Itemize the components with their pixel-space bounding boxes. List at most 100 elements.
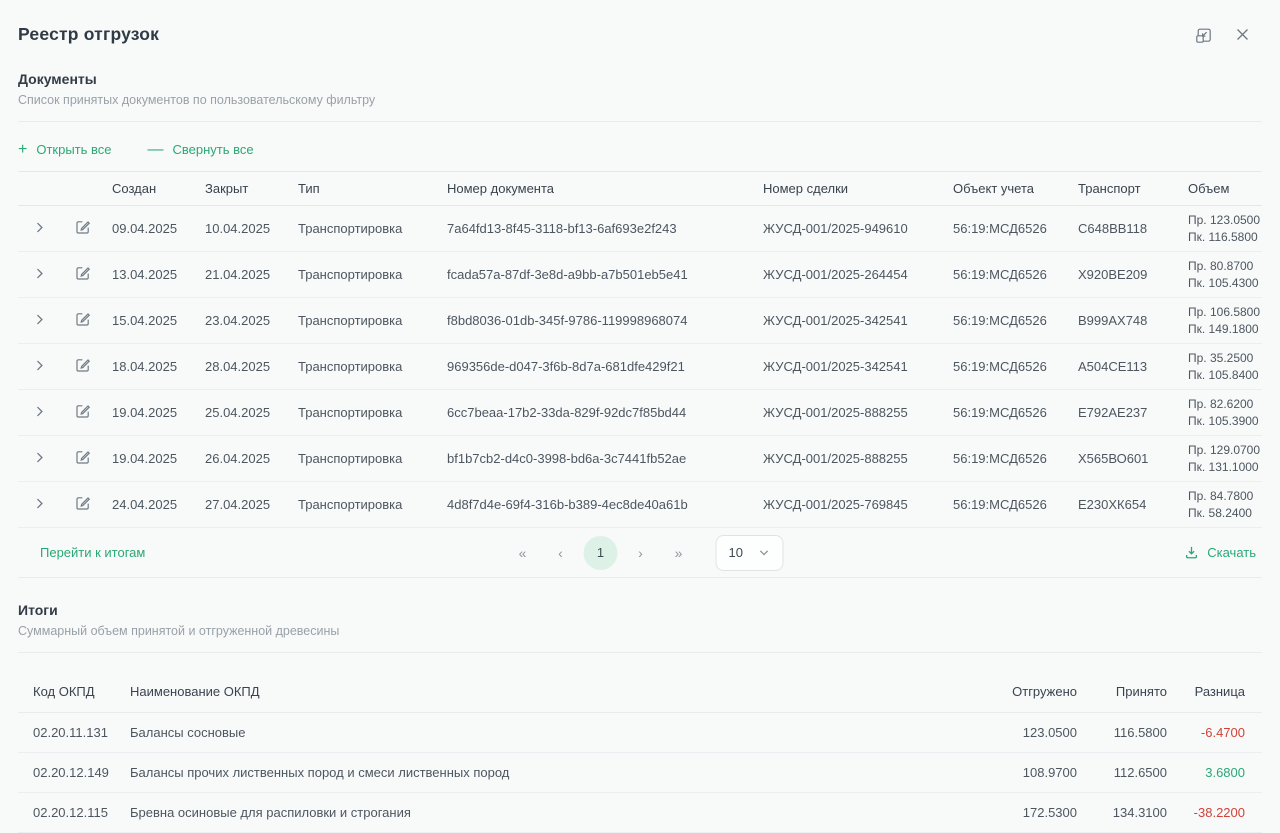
- volume-accepted: Пк. 131.1000: [1188, 459, 1260, 476]
- deal-number-cell: ЖУСД-001/2025-264454: [757, 252, 947, 298]
- edit-row-icon[interactable]: [75, 403, 91, 419]
- type-cell: Транспортировка: [292, 206, 441, 252]
- collapse-window-icon[interactable]: [1195, 26, 1213, 44]
- last-page-button[interactable]: »: [664, 545, 694, 561]
- header-shipped: Отгружено: [977, 665, 1077, 713]
- okpd-name-cell: Балансы сосновые: [130, 713, 977, 753]
- okpd-name-cell: Балансы прочих лиственных пород и смеси …: [130, 753, 977, 793]
- created-cell: 18.04.2025: [106, 344, 199, 390]
- deal-number-cell: ЖУСД-001/2025-769845: [757, 482, 947, 528]
- closed-cell: 23.04.2025: [199, 298, 292, 344]
- totals-section: Итоги Суммарный объем принятой и отгруже…: [18, 602, 1262, 833]
- volume-shipped: Пр. 35.2500: [1188, 350, 1260, 367]
- okpd-code-cell: 02.20.12.149: [18, 753, 130, 793]
- doc-number-cell: 969356de-d047-3f6b-8d7a-681dfe429f21: [441, 344, 757, 390]
- table-row[interactable]: 18.04.2025 28.04.2025 Транспортировка 96…: [18, 344, 1262, 390]
- prev-page-button[interactable]: ‹: [546, 545, 576, 561]
- closed-cell: 25.04.2025: [199, 390, 292, 436]
- type-cell: Транспортировка: [292, 482, 441, 528]
- deal-number-cell: ЖУСД-001/2025-342541: [757, 344, 947, 390]
- transport-cell: С648ВВ118: [1072, 206, 1182, 252]
- transport-cell: В999АХ748: [1072, 298, 1182, 344]
- object-cell: 56:19:МСД6526: [947, 390, 1072, 436]
- header-transport: Транспорт: [1072, 172, 1182, 206]
- totals-row: 02.20.12.149 Балансы прочих лиственных п…: [18, 753, 1262, 793]
- created-cell: 09.04.2025: [106, 206, 199, 252]
- documents-section: Документы Список принятых документов по …: [18, 71, 1262, 578]
- type-cell: Транспортировка: [292, 390, 441, 436]
- volume-cell: Пр. 80.8700 Пк. 105.4300: [1182, 252, 1262, 298]
- expand-row-icon[interactable]: [33, 405, 46, 418]
- header-closed: Закрыт: [199, 172, 292, 206]
- volume-accepted: Пк. 116.5800: [1188, 229, 1260, 246]
- edit-row-icon[interactable]: [75, 311, 91, 327]
- volume-cell: Пр. 84.7800 Пк. 58.2400: [1182, 482, 1262, 528]
- go-to-totals-link[interactable]: Перейти к итогам: [40, 545, 145, 560]
- documents-toolbar: + Открыть все — Свернуть все: [18, 142, 1262, 157]
- expand-row-icon[interactable]: [33, 221, 46, 234]
- expand-all-button[interactable]: + Открыть все: [18, 142, 112, 157]
- header-edit-col: [60, 172, 106, 206]
- edit-row-icon[interactable]: [75, 265, 91, 281]
- table-row[interactable]: 13.04.2025 21.04.2025 Транспортировка fc…: [18, 252, 1262, 298]
- okpd-code-cell: 02.20.11.131: [18, 713, 130, 753]
- closed-cell: 28.04.2025: [199, 344, 292, 390]
- close-icon[interactable]: [1235, 27, 1250, 42]
- page-size-select[interactable]: 10: [716, 535, 784, 571]
- volume-shipped: Пр. 80.8700: [1188, 258, 1260, 275]
- table-row[interactable]: 24.04.2025 27.04.2025 Транспортировка 4d…: [18, 482, 1262, 528]
- table-row[interactable]: 19.04.2025 26.04.2025 Транспортировка bf…: [18, 436, 1262, 482]
- volume-shipped: Пр. 84.7800: [1188, 488, 1260, 505]
- object-cell: 56:19:МСД6526: [947, 298, 1072, 344]
- deal-number-cell: ЖУСД-001/2025-888255: [757, 390, 947, 436]
- expand-row-icon[interactable]: [33, 313, 46, 326]
- minus-icon: —: [148, 144, 164, 156]
- divider: [18, 121, 1262, 122]
- documents-heading: Документы: [18, 71, 1262, 87]
- volume-cell: Пр. 82.6200 Пк. 105.3900: [1182, 390, 1262, 436]
- totals-row: 02.20.12.115 Бревна осиновые для распило…: [18, 793, 1262, 833]
- header-accepted: Принято: [1077, 665, 1167, 713]
- edit-row-icon[interactable]: [75, 219, 91, 235]
- transport-cell: Х565ВО601: [1072, 436, 1182, 482]
- accepted-cell: 134.3100: [1077, 793, 1167, 833]
- header-expand-col: [18, 172, 60, 206]
- header-diff: Разница: [1167, 665, 1262, 713]
- current-page[interactable]: 1: [584, 536, 618, 570]
- collapse-all-button[interactable]: — Свернуть все: [148, 142, 254, 157]
- download-icon: [1184, 545, 1199, 560]
- expand-row-icon[interactable]: [33, 359, 46, 372]
- diff-cell: -6.4700: [1167, 713, 1262, 753]
- expand-row-icon[interactable]: [33, 451, 46, 464]
- expand-row-icon[interactable]: [33, 497, 46, 510]
- download-button[interactable]: Скачать: [1184, 545, 1256, 560]
- totals-subtitle: Суммарный объем принятой и отгруженной д…: [18, 624, 1262, 638]
- table-row[interactable]: 19.04.2025 25.04.2025 Транспортировка 6c…: [18, 390, 1262, 436]
- doc-number-cell: f8bd8036-01db-345f-9786-119998968074: [441, 298, 757, 344]
- divider: [18, 652, 1262, 653]
- created-cell: 15.04.2025: [106, 298, 199, 344]
- expand-row-icon[interactable]: [33, 267, 46, 280]
- edit-row-icon[interactable]: [75, 449, 91, 465]
- doc-number-cell: 7a64fd13-8f45-3118-bf13-6af693e2f243: [441, 206, 757, 252]
- pagination-bar: Перейти к итогам « ‹ 1 › » 10 Скачать: [18, 528, 1262, 578]
- next-page-button[interactable]: ›: [626, 545, 656, 561]
- totals-row: 02.20.11.131 Балансы сосновые 123.0500 1…: [18, 713, 1262, 753]
- edit-row-icon[interactable]: [75, 357, 91, 373]
- table-row[interactable]: 09.04.2025 10.04.2025 Транспортировка 7a…: [18, 206, 1262, 252]
- table-row[interactable]: 15.04.2025 23.04.2025 Транспортировка f8…: [18, 298, 1262, 344]
- closed-cell: 26.04.2025: [199, 436, 292, 482]
- totals-heading: Итоги: [18, 602, 1262, 618]
- edit-row-icon[interactable]: [75, 495, 91, 511]
- shipped-cell: 108.9700: [977, 753, 1077, 793]
- type-cell: Транспортировка: [292, 344, 441, 390]
- first-page-button[interactable]: «: [508, 545, 538, 561]
- totals-table: Код ОКПД Наименование ОКПД Отгружено При…: [18, 665, 1262, 833]
- header-created: Создан: [106, 172, 199, 206]
- created-cell: 19.04.2025: [106, 390, 199, 436]
- page-title: Реестр отгрузок: [18, 24, 159, 45]
- header-volume: Объем: [1182, 172, 1262, 206]
- pager: « ‹ 1 › » 10: [508, 535, 784, 571]
- page-size-value: 10: [729, 545, 743, 560]
- totals-header-row: Код ОКПД Наименование ОКПД Отгружено При…: [18, 665, 1262, 713]
